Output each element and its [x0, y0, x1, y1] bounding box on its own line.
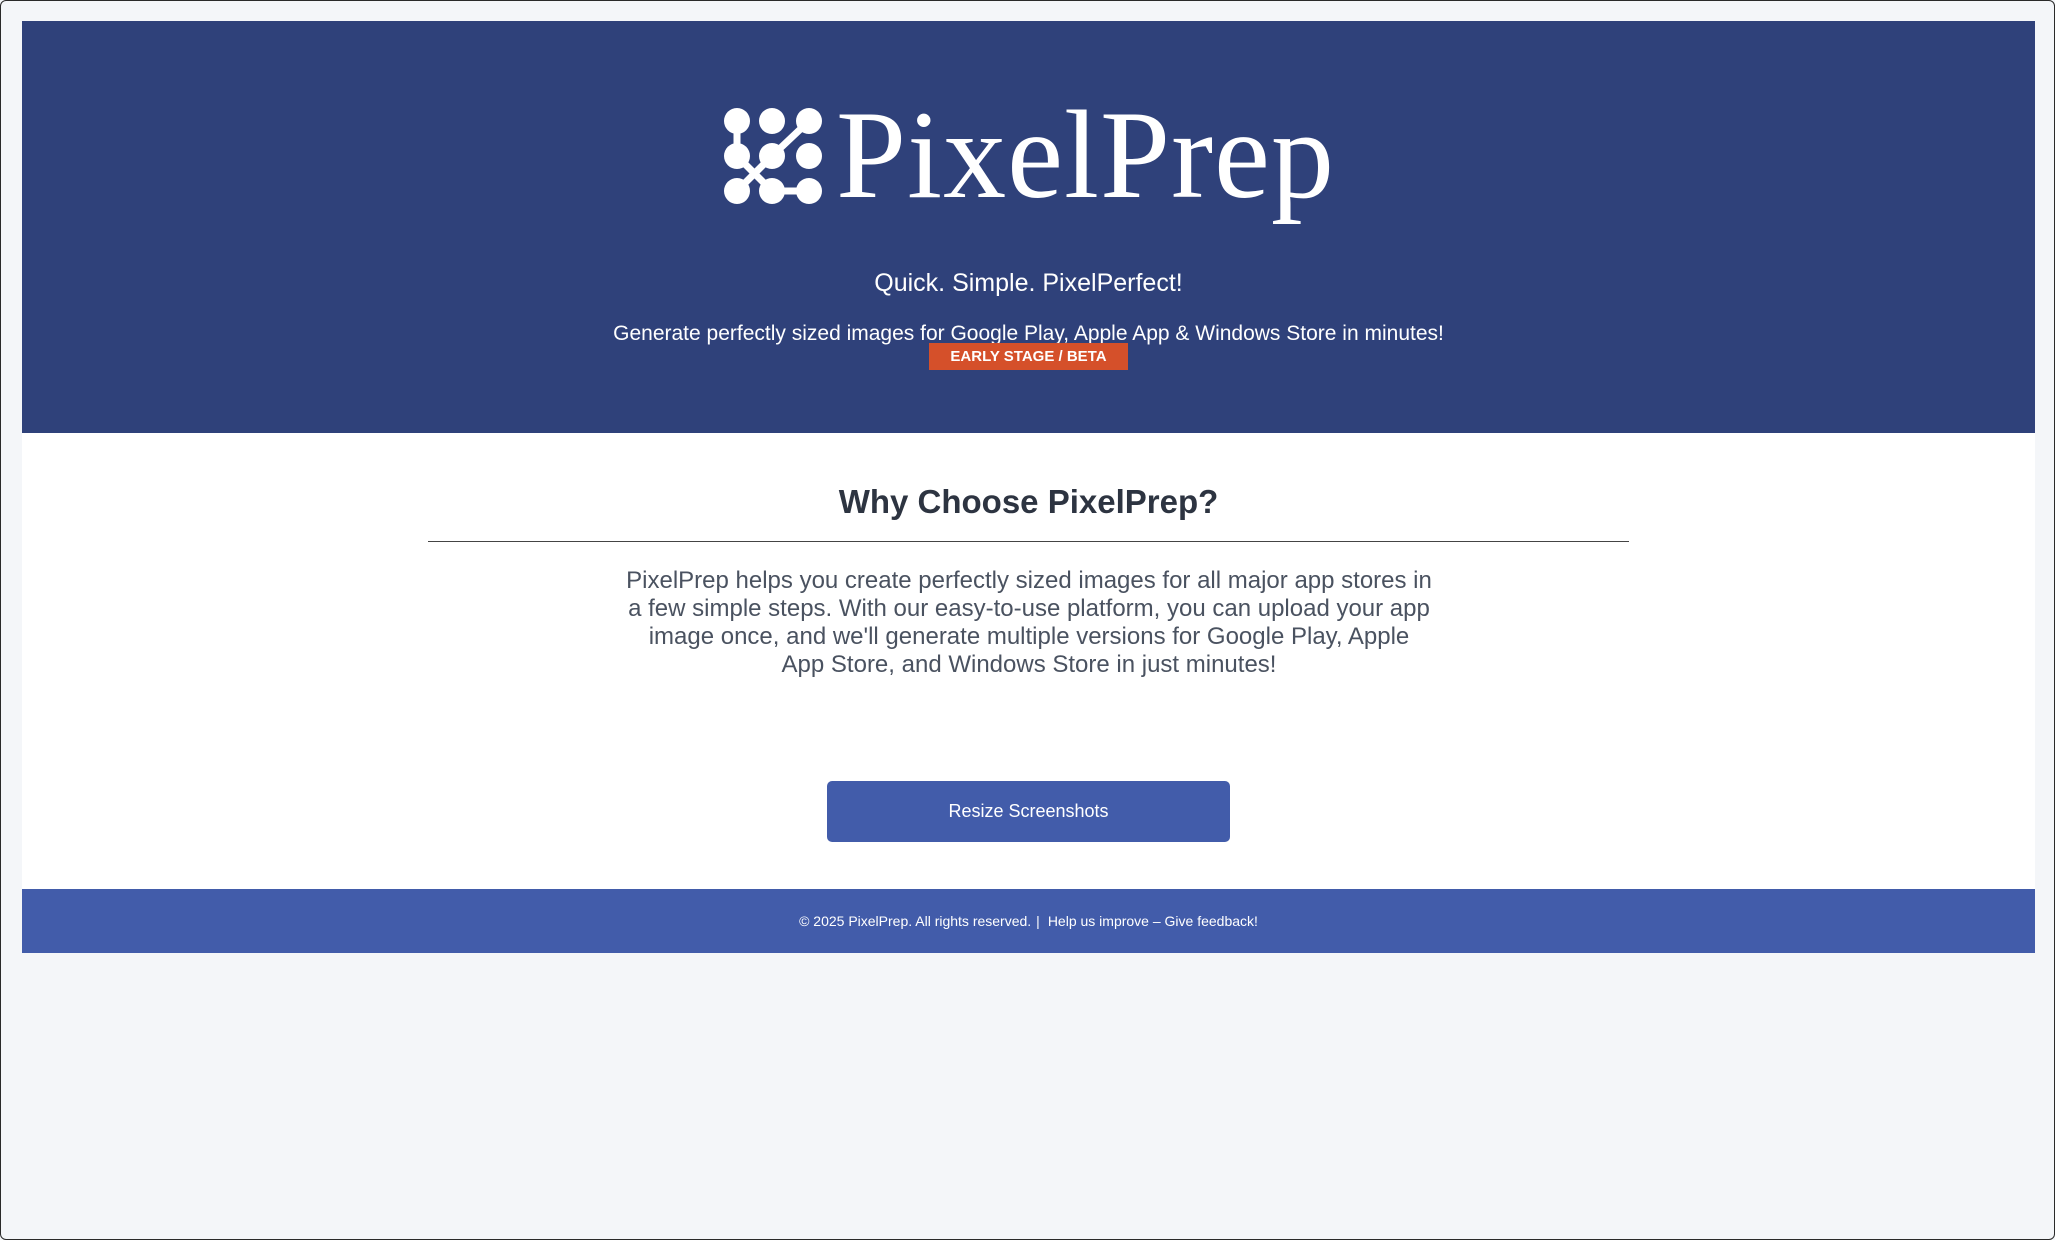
section-description: PixelPrep helps you create perfectly siz… — [626, 567, 1432, 678]
copyright-text: © 2025 PixelPrep. All rights reserved. — [799, 913, 1032, 929]
footer-separator: | — [1036, 913, 1040, 929]
hero-header: PixelPrep Quick. Simple. PixelPerfect! G… — [22, 21, 2035, 433]
divider — [428, 541, 1629, 542]
browser-frame: PixelPrep Quick. Simple. PixelPerfect! G… — [0, 0, 2055, 1240]
logo[interactable]: PixelPrep — [22, 81, 2035, 231]
resize-screenshots-button[interactable]: Resize Screenshots — [827, 781, 1230, 842]
beta-badge: EARLY STAGE / BETA — [929, 343, 1128, 370]
page: PixelPrep Quick. Simple. PixelPerfect! G… — [22, 21, 2035, 953]
brand-name: PixelPrep — [836, 86, 1335, 225]
tagline: Quick. Simple. PixelPerfect! — [874, 269, 1183, 297]
footer: © 2025 PixelPrep. All rights reserved. |… — [22, 889, 2035, 953]
section-title: Why Choose PixelPrep? — [838, 483, 1219, 520]
main-content: Why Choose PixelPrep? PixelPrep helps yo… — [22, 433, 2035, 889]
feedback-link[interactable]: Help us improve – Give feedback! — [1048, 913, 1258, 929]
dots-path-logo-icon — [724, 108, 822, 204]
